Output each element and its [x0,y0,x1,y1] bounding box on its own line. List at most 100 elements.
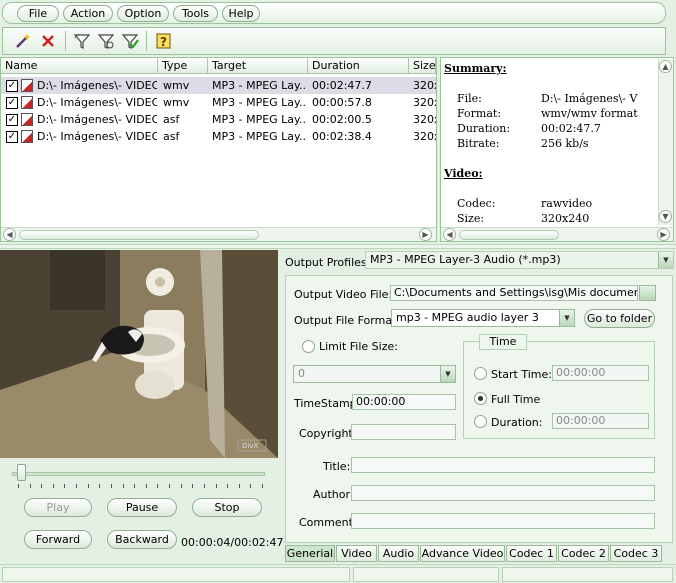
title-label: Title: [323,460,351,473]
row-checkbox[interactable]: ✓ [6,114,18,126]
file-list-horizontal-scrollbar[interactable]: ◀ ▶ [1,227,436,241]
row-target: MP3 - MPEG Lay... [212,79,307,92]
browse-file-button[interactable] [639,285,656,301]
menu-bar: File Action Option Tools Help [2,2,666,24]
seek-tick [41,484,43,488]
go-to-folder-button[interactable]: Go to folder [584,309,655,328]
seek-tick [227,484,229,488]
filter-edit-icon[interactable] [95,30,117,52]
limit-file-size-select[interactable]: 0 ▼ [293,365,456,383]
timestamp-field[interactable]: 00:00:00 [352,394,456,410]
limit-file-size-label: Limit File Size: [319,340,398,353]
comment-field[interactable] [351,513,655,529]
stop-button[interactable]: Stop [192,498,262,517]
scroll-down-icon[interactable]: ▼ [659,210,672,223]
row-name: D:\- Imágenes\- VIDEO... [37,130,157,143]
output-file-field[interactable]: C:\Documents and Settings\isg\Mis docume… [390,285,638,301]
scroll-thumb[interactable] [19,230,259,240]
seek-tick [169,484,171,488]
output-format-select[interactable]: mp3 - MPEG audio layer 3 ▼ [391,309,575,327]
column-header-name[interactable]: Name [1,58,158,74]
scroll-right-icon[interactable]: ▶ [419,228,432,241]
copyright-field[interactable] [351,424,456,440]
menu-help[interactable]: Help [222,5,260,22]
delete-icon[interactable] [37,30,59,52]
tab-audio[interactable]: Audio [378,545,419,562]
seek-tick [215,484,217,488]
menu-tools[interactable]: Tools [173,5,218,22]
menu-file[interactable]: File [17,5,59,22]
duration-radio[interactable] [474,415,487,428]
row-checkbox[interactable]: ✓ [6,97,18,109]
forward-button[interactable]: Forward [24,530,92,549]
chevron-down-icon[interactable]: ▼ [658,252,673,268]
full-time-radio[interactable] [474,392,487,405]
seek-tick [145,484,147,488]
scroll-left-icon[interactable]: ◀ [3,228,16,241]
seek-slider-thumb[interactable] [17,464,27,481]
tab-video[interactable]: Video [336,545,377,562]
seek-slider-track[interactable] [12,472,265,476]
panel-splitter[interactable] [0,244,676,249]
row-checkbox[interactable]: ✓ [6,80,18,92]
filter-icon[interactable] [71,30,93,52]
row-duration: 00:00:57.8 [312,96,372,109]
row-duration: 00:02:38.4 [312,130,372,143]
row-type: asf [163,130,180,143]
start-time-field[interactable]: 00:00:00 [552,365,649,381]
tab-codec-3[interactable]: Codec 3 [610,545,662,562]
column-header-target[interactable]: Target [208,58,308,74]
backward-button[interactable]: Backward [107,530,177,549]
info-key: Duration: [457,122,511,135]
start-time-radio[interactable] [474,367,487,380]
tab-advance-video[interactable]: Advance Video [420,545,505,562]
row-size: 320x [413,130,436,143]
tab-general[interactable]: Generial [285,545,335,562]
help-icon[interactable]: ? [153,30,175,52]
limit-file-size-checkbox[interactable] [302,340,315,353]
scroll-thumb[interactable] [459,230,559,240]
tab-codec-1[interactable]: Codec 1 [506,545,557,562]
seek-tick [64,484,66,488]
column-header-type[interactable]: Type [158,58,208,74]
status-panel [353,567,499,582]
table-row[interactable]: ✓ D:\- Imágenes\- VIDEO... asf MP3 - MPE… [1,128,436,145]
scroll-left-icon[interactable]: ◀ [443,228,456,241]
row-duration: 00:02:47.7 [312,79,372,92]
filter-apply-icon[interactable] [119,30,141,52]
info-vertical-scrollbar[interactable]: ▲ ▼ [658,59,673,225]
column-header-duration[interactable]: Duration [308,58,409,74]
media-info-panel: Summary: File: D:\- Imágenes\- V Format:… [440,57,674,242]
seek-tick [180,484,182,488]
seek-tick [250,484,252,488]
scroll-right-icon[interactable]: ▶ [657,228,670,241]
info-value: rawvideo [541,197,593,210]
menu-option[interactable]: Option [117,5,169,22]
title-field[interactable] [351,457,655,473]
row-size: 320x [413,96,436,109]
scroll-up-icon[interactable]: ▲ [659,60,672,73]
watermark-text: DivX [242,442,258,450]
chevron-down-icon[interactable]: ▼ [440,366,455,382]
output-profile-select[interactable]: MP3 - MPEG Layer-3 Audio (*.mp3) ▼ [365,251,674,269]
seek-tick [29,484,31,488]
magic-wand-icon[interactable] [12,30,34,52]
table-row[interactable]: ✓ D:\- Imágenes\- VIDEO... asf MP3 - MPE… [1,111,436,128]
start-time-label: Start Time: [491,368,552,381]
tab-codec-2[interactable]: Codec 2 [558,545,609,562]
info-value: 320x240 [541,212,590,225]
file-list: Name Type Target Duration Size ✓ D:\- Im… [0,57,437,242]
chevron-down-icon[interactable]: ▼ [559,310,574,326]
info-horizontal-scrollbar[interactable]: ◀ ▶ [441,227,673,241]
info-key: Size: [457,212,485,225]
table-row[interactable]: ✓ D:\- Imágenes\- VIDEO... wmv MP3 - MPE… [1,94,436,111]
author-field[interactable] [351,485,655,501]
play-button[interactable]: Play [24,498,92,517]
menu-action[interactable]: Action [63,5,113,22]
pause-button[interactable]: Pause [107,498,177,517]
row-checkbox[interactable]: ✓ [6,131,18,143]
video-preview: DivX [0,250,278,458]
table-row[interactable]: ✓ D:\- Imágenes\- VIDEO... wmv MP3 - MPE… [1,77,436,94]
column-header-size[interactable]: Size [409,58,436,74]
duration-field[interactable]: 00:00:00 [552,413,649,429]
